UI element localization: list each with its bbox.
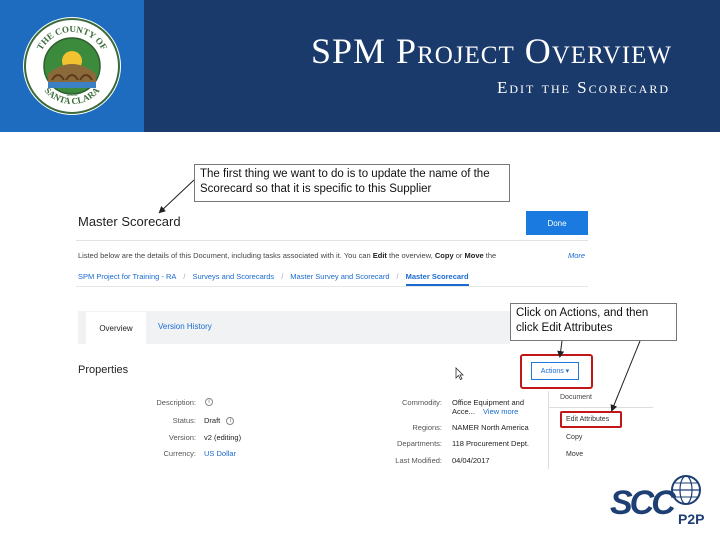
description-label: Description: xyxy=(156,398,196,407)
actions-dropdown xyxy=(548,391,653,469)
commodity-value: Office Equipment and xyxy=(452,398,524,407)
currency-value[interactable]: US Dollar xyxy=(204,449,236,458)
callout-actions: Click on Actions, and then click Edit At… xyxy=(510,303,677,341)
menu-section-header: Document xyxy=(560,394,592,401)
county-seal-logo: THE COUNTY OF SANTA CLARA 1850 xyxy=(23,17,121,115)
last-modified-value: 04/04/2017 xyxy=(452,456,490,465)
scc-p2p-logo: SCC P2P xyxy=(610,475,704,526)
regions-value: NAMER North America xyxy=(452,423,529,432)
logo-main-text: SCC xyxy=(610,484,676,522)
logo-panel: THE COUNTY OF SANTA CLARA 1850 xyxy=(0,0,144,132)
last-modified-label: Last Modified: xyxy=(395,456,442,465)
actions-button[interactable]: Actions ▾ xyxy=(531,362,579,380)
intro-text: Listed below are the details of this Doc… xyxy=(78,251,497,260)
tab-overview[interactable]: Overview xyxy=(86,312,146,344)
menu-item-move[interactable]: Move xyxy=(566,451,583,458)
regions-label: Regions: xyxy=(412,423,442,432)
tab-version-history[interactable]: Version History xyxy=(158,322,212,331)
view-more-link[interactable]: View more xyxy=(483,407,518,416)
callout-update-name: The first thing we want to do is to upda… xyxy=(194,164,510,202)
info-icon[interactable]: i xyxy=(205,398,213,407)
globe-icon xyxy=(671,475,701,505)
done-button[interactable]: Done xyxy=(526,211,588,235)
status-label: Status: xyxy=(172,416,196,425)
breadcrumb-current[interactable]: Master Scorecard xyxy=(405,272,469,286)
document-title: Master Scorecard xyxy=(78,214,181,229)
page-subtitle: Edit the Scorecard xyxy=(496,78,670,97)
seal-year: 1850 xyxy=(66,92,77,98)
version-value: v2 (editing) xyxy=(204,433,242,442)
version-label: Version: xyxy=(168,433,196,442)
breadcrumb-item[interactable]: Master Survey and Scorecard xyxy=(290,272,389,281)
breadcrumb: SPM Project for Training - RA / Surveys an… xyxy=(78,272,469,286)
info-icon[interactable]: i xyxy=(226,417,235,426)
arrow-to-title xyxy=(158,179,195,214)
properties-title: Properties xyxy=(78,364,129,376)
departments-label: Departments: xyxy=(396,439,442,448)
status-value: Draft i xyxy=(204,416,235,426)
title-divider xyxy=(76,240,588,241)
more-link[interactable]: More xyxy=(568,251,585,260)
menu-divider xyxy=(548,407,653,408)
commodity-label: Commodity: xyxy=(401,398,442,407)
departments-value: 118 Procurement Dept. xyxy=(452,439,529,448)
description-info: i xyxy=(205,397,213,407)
header-band: THE COUNTY OF SANTA CLARA 1850 SPM Proje… xyxy=(0,0,720,132)
currency-label: Currency: xyxy=(163,449,196,458)
commodity-value-cont: Acce... View more xyxy=(452,407,519,416)
page-title: SPM Project Overview xyxy=(311,31,672,71)
logo-sub-text: P2P xyxy=(678,511,704,526)
breadcrumb-item[interactable]: Surveys and Scorecards xyxy=(192,272,274,281)
breadcrumb-divider xyxy=(76,286,588,287)
breadcrumb-item[interactable]: SPM Project for Training - RA xyxy=(78,272,176,281)
menu-item-copy[interactable]: Copy xyxy=(566,434,582,441)
edit-attributes-highlight xyxy=(560,411,622,428)
mouse-cursor-icon xyxy=(455,367,464,380)
